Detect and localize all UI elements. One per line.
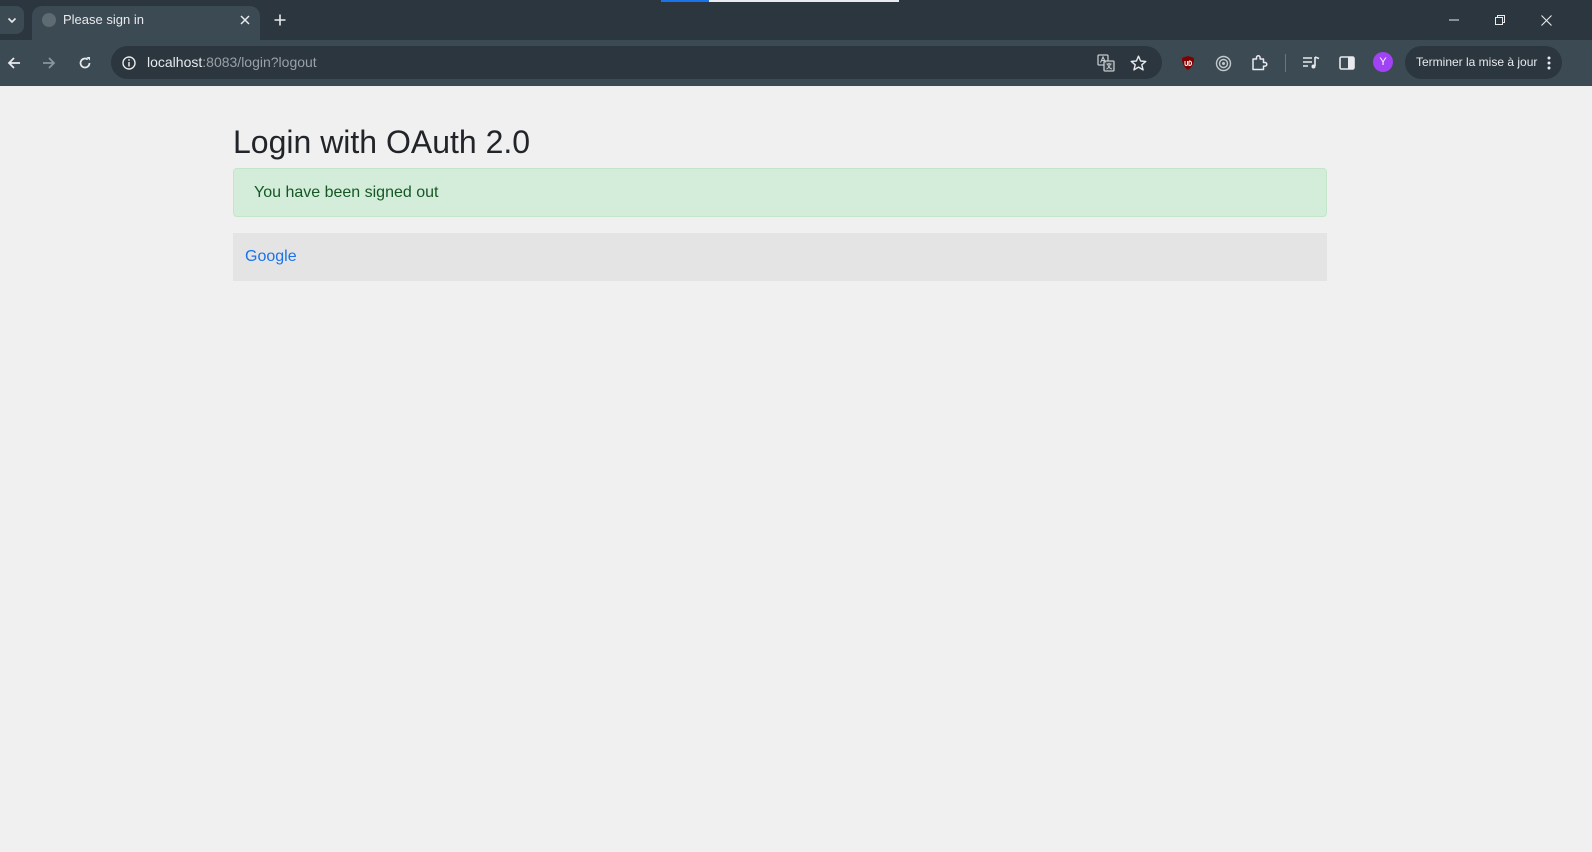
puzzle-icon bbox=[1252, 54, 1268, 71]
restore-button[interactable] bbox=[1477, 0, 1523, 40]
signed-out-alert: You have been signed out bbox=[233, 168, 1327, 217]
url-text[interactable]: localhost:8083/login?logout bbox=[147, 54, 317, 70]
alert-message: You have been signed out bbox=[254, 184, 439, 201]
plus-icon bbox=[274, 14, 286, 26]
url-path: :8083/login?logout bbox=[202, 54, 317, 70]
page-title: Login with OAuth 2.0 bbox=[233, 124, 531, 160]
extensions-button[interactable] bbox=[1246, 50, 1272, 76]
translate-icon bbox=[1097, 54, 1115, 72]
new-tab-button[interactable] bbox=[268, 8, 292, 32]
close-window-button[interactable] bbox=[1523, 0, 1569, 40]
arrow-left-icon bbox=[7, 57, 20, 69]
bookmark-button[interactable] bbox=[1126, 51, 1150, 75]
side-panel-icon bbox=[1339, 56, 1355, 70]
forward-button[interactable] bbox=[36, 50, 62, 76]
tab-title: Please sign in bbox=[63, 12, 144, 27]
close-icon bbox=[1540, 14, 1552, 26]
tab-strip: Please sign in bbox=[0, 0, 1592, 40]
info-icon bbox=[121, 55, 136, 70]
side-panel-button[interactable] bbox=[1334, 50, 1360, 76]
globe-icon bbox=[42, 13, 56, 27]
url-host: localhost bbox=[147, 54, 203, 70]
target-icon bbox=[1215, 55, 1231, 71]
ublock-shield-icon bbox=[1182, 56, 1194, 70]
minimize-icon bbox=[1449, 19, 1459, 21]
oauth-provider-list: Google bbox=[233, 233, 1327, 281]
arrow-right-icon bbox=[43, 57, 56, 69]
ublock-extension-button[interactable] bbox=[1175, 50, 1201, 76]
chevron-down-icon bbox=[6, 14, 18, 26]
page-content: Login with OAuth 2.0 You have been signe… bbox=[0, 86, 1592, 852]
toolbar-divider bbox=[1285, 54, 1286, 72]
browser-tab[interactable]: Please sign in bbox=[32, 6, 260, 40]
profile-avatar[interactable]: Y bbox=[1373, 52, 1393, 72]
address-bar[interactable]: localhost:8083/login?logout bbox=[111, 46, 1162, 79]
close-icon bbox=[240, 15, 250, 25]
site-info-button[interactable] bbox=[117, 51, 140, 74]
tab-close-button[interactable] bbox=[235, 10, 255, 30]
reload-icon bbox=[79, 57, 91, 69]
restore-icon bbox=[1495, 15, 1505, 25]
menu-dots-icon[interactable] bbox=[1541, 54, 1557, 72]
media-controls-button[interactable] bbox=[1298, 50, 1324, 76]
update-chrome-button[interactable]: Terminer la mise à jour bbox=[1405, 46, 1562, 79]
translate-button[interactable] bbox=[1094, 51, 1118, 75]
back-button[interactable] bbox=[1, 50, 27, 76]
minimize-button[interactable] bbox=[1431, 0, 1477, 40]
star-icon bbox=[1130, 55, 1146, 71]
browser-toolbar: localhost:8083/login?logout Y Terminer l… bbox=[0, 40, 1592, 86]
google-login-link[interactable]: Google bbox=[245, 248, 297, 266]
playlist-music-icon bbox=[1303, 56, 1320, 69]
reload-button[interactable] bbox=[72, 50, 98, 76]
loading-indicator bbox=[661, 0, 709, 2]
update-chrome-label: Terminer la mise à jour bbox=[1416, 55, 1538, 69]
loading-indicator-track bbox=[709, 0, 899, 2]
tab-search-button[interactable] bbox=[0, 6, 24, 34]
target-extension-button[interactable] bbox=[1210, 50, 1236, 76]
